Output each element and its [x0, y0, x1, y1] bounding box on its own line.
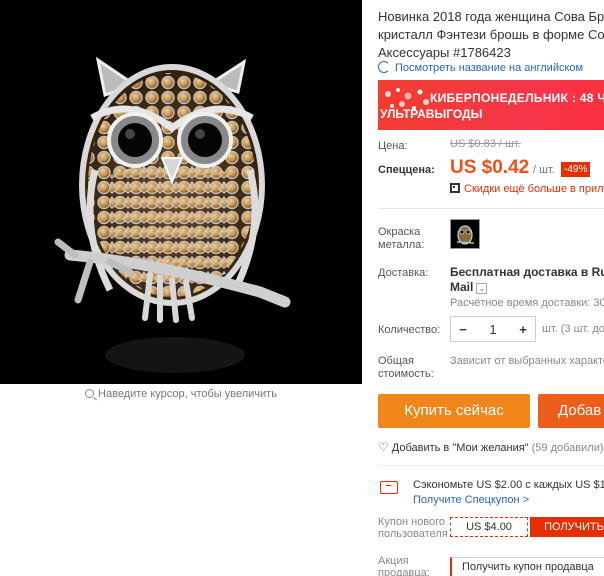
- color-label: Окраска металла:: [378, 226, 425, 251]
- coupon-section: Сэкономьте US $2.00 с каждых US $15.0 По…: [378, 465, 604, 576]
- product-image[interactable]: [0, 0, 362, 384]
- promo-line-1: КИБЕРПОНЕДЕЛЬНИК : 48 Ч: [430, 91, 604, 105]
- shipping-carrier: Mail: [450, 280, 474, 294]
- coupon-save-text: Сэкономьте US $2.00 с каждых US $15.0: [413, 479, 604, 491]
- seller-promo-label: Акция продавца:: [378, 555, 430, 576]
- wishlist-link[interactable]: ♡ Добавить в "Мои желания" (59 добавили): [378, 440, 604, 454]
- quantity-label: Количество:: [378, 324, 441, 336]
- title-line-1: Новинка 2018 года женщина Сова Бро: [378, 9, 604, 24]
- quantity-decrease-button[interactable]: −: [451, 322, 475, 337]
- product-title: Новинка 2018 года женщина Сова Бро крист…: [378, 8, 604, 62]
- quantity-note: шт. (3 шт. до: [542, 323, 604, 335]
- quantity-input[interactable]: 1: [475, 322, 511, 337]
- zoom-hint-text: Наведите курсор, чтобы увеличить: [98, 388, 277, 400]
- zoom-hint: Наведите курсор, чтобы увеличить: [0, 388, 362, 400]
- magnifier-icon: [85, 389, 95, 398]
- owl-thumb-icon: [456, 225, 475, 245]
- shipping-label: Доставка:: [378, 267, 429, 279]
- coupon-icon: [380, 481, 398, 494]
- get-coupon-link[interactable]: Получите Спецкупон >: [413, 494, 529, 506]
- shipping-value[interactable]: Бесплатная доставка в Russia Mail⌄: [450, 265, 604, 295]
- price-unit: / шт.: [533, 164, 555, 176]
- wishlist-text: Добавить в "Мои желания": [391, 442, 529, 454]
- app-note-text: Скидки ещё больше в прило: [464, 183, 604, 195]
- total-value: Зависит от выбранных характер: [450, 355, 604, 367]
- divider: [378, 208, 604, 209]
- seller-coupon-select[interactable]: Получить купон продавца: [450, 557, 604, 576]
- original-price: US $0.83 / шт.: [450, 138, 521, 150]
- heart-icon: ♡: [378, 440, 389, 454]
- app-discount-note[interactable]: Скидки ещё больше в прило: [450, 183, 604, 195]
- title-line-3: Аксессуары #1786423: [378, 45, 511, 60]
- promo-banner[interactable]: КИБЕРПОНЕДЕЛЬНИК : 48 Ч УЛЬТРАВЫГОДЫ: [378, 80, 604, 130]
- shipping-time: Расчётное время доставки: 30-: [450, 297, 604, 309]
- translate-icon: [378, 61, 390, 73]
- color-swatch[interactable]: [450, 219, 480, 249]
- get-coupon-button[interactable]: ПОЛУЧИТЬ: [530, 517, 604, 537]
- seller-coupon-select-text: Получить купон продавца: [462, 561, 594, 573]
- promo-line-2: УЛЬТРАВЫГОДЫ: [380, 107, 483, 121]
- buy-now-button[interactable]: Купить сейчас: [378, 394, 530, 428]
- new-user-coupon-label: Купон нового пользователя: [378, 516, 448, 540]
- product-info: Новинка 2018 года женщина Сова Бро крист…: [362, 0, 604, 576]
- title-line-2: кристалл Фэнтези брошь в форме Сов: [378, 27, 604, 42]
- shipping-text: Бесплатная доставка в Russia: [450, 265, 604, 279]
- special-price: US $0.42: [450, 157, 530, 178]
- special-price-label: Спеццена:: [378, 164, 435, 176]
- chevron-down-icon[interactable]: ⌄: [476, 283, 488, 294]
- new-user-coupon-value: US $4.00: [450, 517, 528, 537]
- translate-link-text: Посмотреть название на английском: [395, 62, 584, 74]
- discount-badge: -49%: [561, 162, 591, 177]
- qr-code-icon: [450, 183, 460, 193]
- wishlist-count: (59 добавили): [531, 442, 604, 454]
- translate-title-link[interactable]: Посмотреть название на английском: [378, 61, 583, 74]
- quantity-increase-button[interactable]: +: [511, 322, 535, 337]
- total-label: Общая стоимость:: [378, 355, 434, 380]
- quantity-stepper: − 1 +: [450, 316, 536, 342]
- add-to-cart-button[interactable]: Добав: [538, 394, 604, 428]
- price-label: Цена:: [378, 140, 408, 152]
- owl-brooch-image: [54, 56, 291, 373]
